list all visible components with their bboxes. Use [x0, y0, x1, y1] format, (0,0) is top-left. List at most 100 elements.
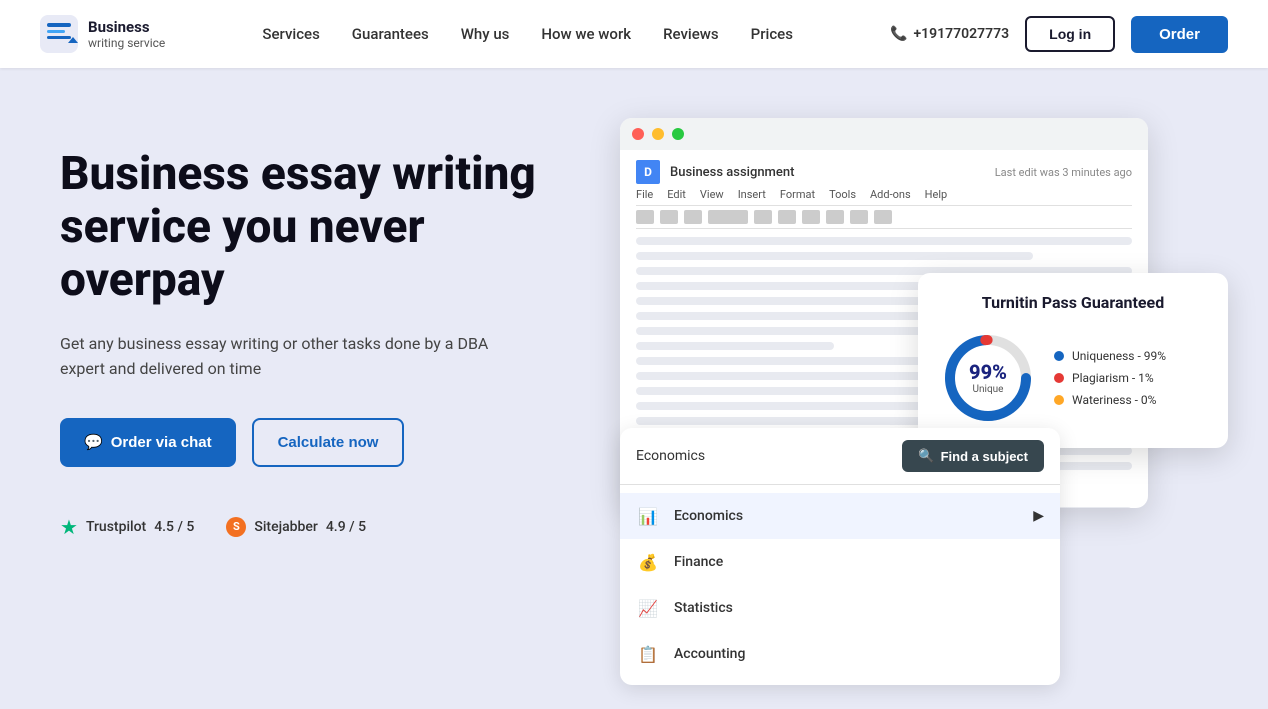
search-icon: 🔍 [918, 448, 934, 464]
chat-icon: 💬 [84, 433, 103, 451]
donut-center: 99% Unique [969, 360, 1007, 396]
docs-header-row: D Business assignment Last edit was 3 mi… [636, 160, 1132, 184]
find-button-label: Find a subject [941, 449, 1028, 464]
subject-statistics-label: Statistics [674, 600, 733, 616]
phone-icon: 📞 [890, 26, 907, 42]
order-chat-label: Order via chat [111, 434, 212, 451]
phone-number[interactable]: 📞 +19177027773 [890, 26, 1009, 42]
legend-uniqueness: Uniqueness - 99% [1054, 349, 1166, 363]
subject-finance-label: Finance [674, 554, 723, 570]
nav-prices[interactable]: Prices [751, 25, 793, 43]
logo[interactable]: Business writing service [40, 15, 165, 53]
nav-guarantees[interactable]: Guarantees [352, 25, 429, 43]
turnitin-card: Turnitin Pass Guaranteed 99% Unique [918, 273, 1228, 448]
subject-item-economics[interactable]: 📊 Economics ▶ [620, 493, 1060, 539]
subject-accounting-label: Accounting [674, 646, 745, 662]
nav-why-us[interactable]: Why us [461, 25, 510, 43]
logo-icon [40, 15, 78, 53]
docs-menu-file: File [636, 188, 653, 201]
phone-text: +19177027773 [913, 26, 1009, 42]
toolbar-item [850, 210, 868, 224]
legend-wateriness: Wateriness - 0% [1054, 393, 1166, 407]
toolbar-item [874, 210, 892, 224]
legend-plagiarism: Plagiarism - 1% [1054, 371, 1166, 385]
statistics-icon: 📈 [636, 596, 660, 620]
toolbar-item [708, 210, 748, 224]
legend-dot-orange [1054, 395, 1064, 405]
doc-line [636, 402, 934, 410]
arrow-icon: ▶ [1033, 508, 1044, 524]
turnitin-title: Turnitin Pass Guaranteed [938, 293, 1208, 312]
doc-line [636, 342, 834, 350]
hero-illustration: D Business assignment Last edit was 3 mi… [620, 118, 1208, 658]
header-right: 📞 +19177027773 Log in Order [890, 16, 1228, 53]
logo-name-line1: Business [88, 18, 165, 36]
economics-icon: 📊 [636, 504, 660, 528]
subject-economics-label: Economics [674, 508, 743, 524]
order-button[interactable]: Order [1131, 16, 1228, 53]
docs-menu-view: View [700, 188, 724, 201]
logo-name-line2: writing service [88, 36, 165, 50]
subject-search-card: Economics 🔍 Find a subject 📊 Economics ▶… [620, 428, 1060, 685]
docs-saved-text: Last edit was 3 minutes ago [995, 166, 1132, 179]
toolbar-item [802, 210, 820, 224]
toolbar-item [826, 210, 844, 224]
hero-section: Business essay writing service you never… [60, 128, 580, 539]
subject-item-finance[interactable]: 💰 Finance [620, 539, 1060, 585]
docs-menu-format: Format [780, 188, 815, 201]
toolbar-item [754, 210, 772, 224]
legend-uniqueness-label: Uniqueness - 99% [1072, 349, 1166, 363]
sitejabber-score: 4.9 / 5 [326, 519, 366, 535]
toolbar-item [660, 210, 678, 224]
search-subject-text: Economics [636, 448, 890, 464]
hero-title: Business essay writing service you never… [60, 148, 580, 307]
toolbar-item [636, 210, 654, 224]
toolbar-item [684, 210, 702, 224]
docs-toolbar [636, 205, 1132, 229]
window-dot-green [672, 128, 684, 140]
docs-menu-help: Help [925, 188, 948, 201]
legend-dot-red [1054, 373, 1064, 383]
doc-line [636, 237, 1132, 245]
nav-how-we-work[interactable]: How we work [541, 25, 631, 43]
search-bar: Economics 🔍 Find a subject [620, 428, 1060, 485]
doc-line [636, 252, 1033, 260]
donut-percent: 99% [969, 360, 1007, 384]
accounting-icon: 📋 [636, 642, 660, 666]
docs-menu-insert: Insert [738, 188, 766, 201]
calculate-button[interactable]: Calculate now [252, 418, 405, 467]
toolbar-item [778, 210, 796, 224]
donut-label: Unique [969, 384, 1007, 396]
legend-wateriness-label: Wateriness - 0% [1072, 393, 1156, 407]
docs-file-icon: D [636, 160, 660, 184]
ratings-section: ★ Trustpilot 4.5 / 5 S Sitejabber 4.9 / … [60, 515, 580, 539]
doc-line [636, 282, 934, 290]
subject-item-statistics[interactable]: 📈 Statistics [620, 585, 1060, 631]
window-dot-red [632, 128, 644, 140]
window-dot-yellow [652, 128, 664, 140]
finance-icon: 💰 [636, 550, 660, 574]
docs-menu-edit: Edit [667, 188, 686, 201]
order-chat-button[interactable]: 💬 Order via chat [60, 418, 236, 467]
donut-chart: 99% Unique [938, 328, 1038, 428]
turnitin-legend: Uniqueness - 99% Plagiarism - 1% Waterin… [1054, 349, 1166, 407]
login-button[interactable]: Log in [1025, 16, 1115, 52]
sitejabber-label: Sitejabber [254, 519, 317, 535]
hero-subtitle: Get any business essay writing or other … [60, 331, 500, 382]
docs-menu-tools: Tools [829, 188, 856, 201]
trustpilot-label: Trustpilot [86, 519, 146, 535]
trustpilot-rating: ★ Trustpilot 4.5 / 5 [60, 515, 194, 539]
turnitin-body: 99% Unique Uniqueness - 99% Plagiarism -… [938, 328, 1208, 428]
docs-filename: Business assignment [670, 165, 794, 180]
nav-services[interactable]: Services [262, 25, 319, 43]
find-subject-button[interactable]: 🔍 Find a subject [902, 440, 1044, 472]
docs-menu-addons: Add-ons [870, 188, 911, 201]
nav-reviews[interactable]: Reviews [663, 25, 719, 43]
docs-menu: File Edit View Insert Format Tools Add-o… [636, 188, 1132, 201]
main-nav: Services Guarantees Why us How we work R… [262, 25, 793, 43]
trustpilot-score: 4.5 / 5 [154, 519, 194, 535]
trustpilot-star-icon: ★ [60, 515, 78, 539]
sitejabber-rating: S Sitejabber 4.9 / 5 [226, 517, 366, 537]
subject-item-accounting[interactable]: 📋 Accounting [620, 631, 1060, 677]
cta-buttons: 💬 Order via chat Calculate now [60, 418, 580, 467]
